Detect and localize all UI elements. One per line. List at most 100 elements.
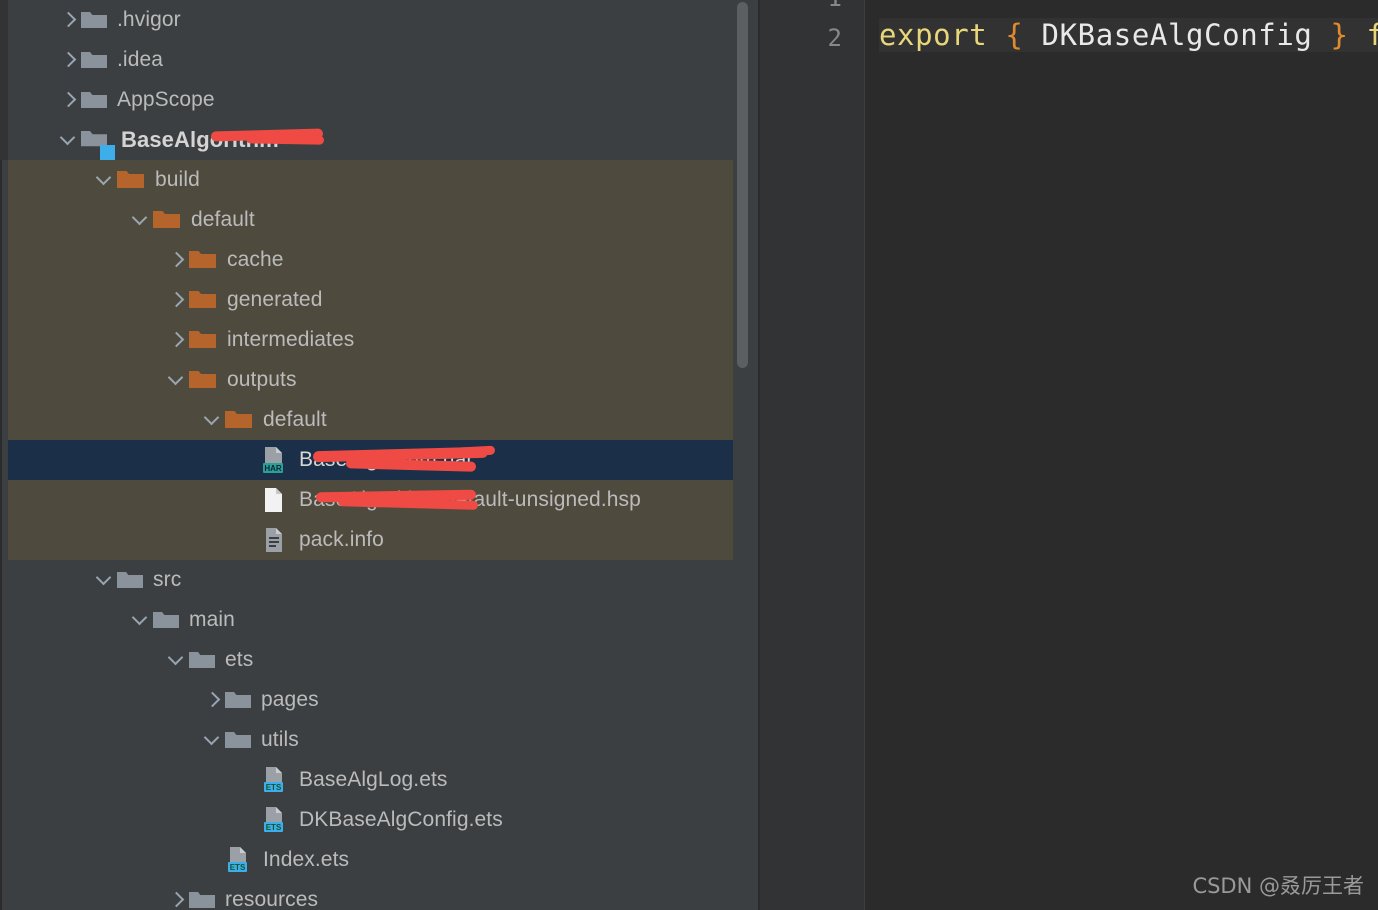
chevron-down-icon[interactable] [202, 729, 224, 751]
chevron-down-icon[interactable] [166, 649, 188, 671]
folder-orange-icon [189, 371, 216, 388]
tree-row-intermediates[interactable]: intermediates [8, 320, 733, 360]
tree-item-label: BaseAlgorithm [121, 127, 279, 152]
tree-item-label: build [155, 168, 200, 191]
tree-item-label: .idea [117, 48, 164, 71]
code-editor[interactable]: 1 2 export { DKBaseAlgConfig } from CSDN… [760, 0, 1378, 910]
chevron-down-icon[interactable] [58, 129, 80, 151]
plain-file-icon [265, 488, 282, 512]
tree-row-appscope[interactable]: AppScope [8, 80, 733, 120]
tree-row-src[interactable]: src [8, 560, 733, 600]
chevron-placeholder [202, 849, 224, 871]
chevron-placeholder [238, 489, 260, 511]
folder-orange-icon [189, 291, 216, 308]
tree-row-main[interactable]: main [8, 600, 733, 640]
tree-row-basealgorithm-module[interactable]: BaseAlgorithm [8, 120, 733, 160]
csdn-watermark: CSDN @叒厉王者 [1192, 874, 1364, 898]
chevron-down-icon[interactable] [130, 609, 152, 631]
tree-item-label: intermediates [227, 328, 355, 351]
ets-file-icon: ETS [228, 847, 247, 872]
tree-row-build[interactable]: build [8, 160, 733, 200]
folder-gray-icon [81, 52, 107, 68]
tree-row-ets-folder[interactable]: ets [8, 640, 733, 680]
svg-text:HAR: HAR [264, 464, 282, 473]
tree-item-label: Index.ets [263, 848, 350, 871]
tree-item-label: default [191, 208, 255, 231]
tree-row-pages[interactable]: pages [8, 680, 733, 720]
token-close-brace: } [1330, 18, 1349, 52]
tree-row-basealglog-ets[interactable]: ETS BaseAlgLog.ets [8, 760, 733, 800]
chevron-right-icon[interactable] [166, 889, 188, 910]
tree-item-label: utils [261, 728, 299, 751]
tree-row-cache[interactable]: cache [8, 240, 733, 280]
project-tool-window[interactable]: Harmony_DigitalKey [DigitalKey] ~/Deskto… [0, 0, 760, 910]
vertical-scrollbar[interactable] [737, 2, 748, 368]
token-identifier: DKBaseAlgConfig [1041, 18, 1313, 52]
chevron-placeholder [238, 529, 260, 551]
chevron-right-icon[interactable] [58, 89, 80, 111]
module-badge [100, 145, 115, 160]
tree-row-dkbasealgconfig-ets[interactable]: ETS DKBaseAlgConfig.ets [8, 800, 733, 840]
tool-window-left-strip [0, 0, 8, 910]
chevron-down-icon[interactable] [130, 209, 152, 231]
tree-row-default-outputs[interactable]: default [8, 400, 733, 440]
chevron-down-icon[interactable] [94, 169, 116, 191]
ets-file-icon: ETS [264, 807, 283, 832]
har-file-icon: HAR [263, 447, 283, 473]
chevron-down-icon[interactable] [202, 409, 224, 431]
chevron-right-icon[interactable] [58, 49, 80, 71]
tree-row-resources[interactable]: resources [8, 880, 733, 910]
tree-item-label: .hvigor [117, 8, 181, 31]
info-file-icon [266, 528, 282, 552]
chevron-right-icon[interactable] [166, 249, 188, 271]
folder-orange-icon [189, 331, 216, 348]
tree-item-label: default [263, 408, 327, 431]
folder-gray-icon [81, 92, 107, 108]
tree-item-label: BaseAlgLog.ets [299, 768, 448, 791]
svg-text:ETS: ETS [230, 863, 246, 872]
tree-item-label: main [189, 608, 235, 631]
chevron-placeholder [238, 449, 260, 471]
chevron-right-icon[interactable] [166, 289, 188, 311]
chevron-down-icon[interactable] [94, 569, 116, 591]
project-tree[interactable]: Harmony_DigitalKey [DigitalKey] ~/Deskto… [8, 0, 733, 910]
folder-gray-icon [153, 612, 179, 628]
folder-gray-icon [117, 572, 143, 588]
tree-item-label: DKBaseAlgConfig.ets [299, 808, 503, 831]
tree-row-default-build[interactable]: default [8, 200, 733, 240]
chevron-right-icon[interactable] [202, 689, 224, 711]
tree-row-index-ets[interactable]: ETS Index.ets [8, 840, 733, 880]
chevron-down-icon[interactable] [166, 369, 188, 391]
tree-item-label: generated [227, 288, 323, 311]
tree-row-idea[interactable]: .idea [8, 40, 733, 80]
tree-row-basealgorithm-hsp[interactable]: BaseAlgorithm-default-unsigned.hsp [8, 480, 733, 520]
code-line-2[interactable]: export { DKBaseAlgConfig } from [879, 18, 1378, 52]
chevron-right-icon[interactable] [58, 9, 80, 31]
editor-line-number-gutter[interactable]: 1 2 [760, 0, 865, 910]
ets-file-icon: ETS [264, 767, 283, 792]
tree-row-basealgorithm-har[interactable]: HAR BaseAlgorithm.har [8, 440, 733, 480]
tree-item-label: ets [225, 648, 254, 671]
tree-item-label: src [153, 568, 182, 591]
tree-row-generated[interactable]: generated [8, 280, 733, 320]
folder-gray-icon [225, 732, 251, 748]
ide-window: Harmony_DigitalKey [DigitalKey] ~/Deskto… [0, 0, 1378, 910]
token-open-brace: { [1005, 18, 1024, 52]
svg-text:ETS: ETS [266, 783, 282, 792]
tree-item-label: BaseAlgorithm.har [299, 448, 474, 471]
module-folder-icon-wrap [80, 127, 121, 160]
tree-item-label: BaseAlgorithm-default-unsigned.hsp [299, 488, 641, 511]
folder-orange-icon [189, 251, 216, 268]
tree-row-hvigor[interactable]: .hvigor [8, 0, 733, 40]
folder-gray-icon [225, 692, 251, 708]
folder-gray-icon [189, 892, 215, 908]
chevron-right-icon[interactable] [166, 329, 188, 351]
tree-item-label: outputs [227, 368, 297, 391]
tree-item-label: pages [261, 688, 319, 711]
tree-row-outputs[interactable]: outputs [8, 360, 733, 400]
token-from-keyword: from [1366, 18, 1378, 52]
folder-gray-icon [189, 652, 215, 668]
editor-code-area[interactable]: export { DKBaseAlgConfig } from [865, 0, 1378, 910]
tree-row-pack-info[interactable]: pack.info [8, 520, 733, 560]
tree-row-utils[interactable]: utils [8, 720, 733, 760]
